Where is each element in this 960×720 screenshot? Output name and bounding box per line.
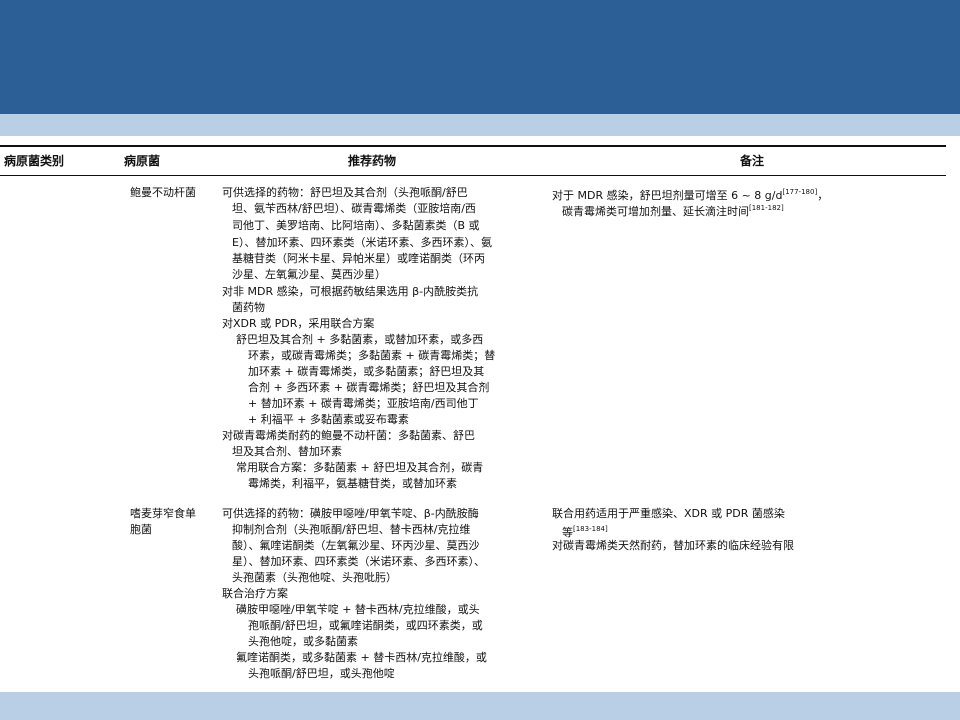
- drug-table: 病原菌类别 病原菌 推荐药物 备注 鲍曼不动杆菌 可供选择的药物：舒巴坦及其合剂…: [0, 136, 960, 692]
- drug-line: 沙星、左氧氟沙星、莫西沙星）: [232, 268, 386, 281]
- header-strip: [0, 114, 960, 136]
- drug-line: + 替加环素 + 碳青霉烯类；亚胺培南/西司他丁: [248, 397, 479, 410]
- drug-line: 磺胺甲噁唑/甲氧苄啶 + 替卡西林/克拉维酸，或头: [236, 603, 480, 616]
- drug-line: 可供选择的药物：磺胺甲噁唑/甲氧苄啶、β-内酰胺酶: [222, 507, 479, 520]
- drug-line: 酸）、氟喹诺酮类（左氧氟沙星、环丙沙星、莫西沙: [232, 539, 480, 552]
- drug-line: 环素，或碳青霉烯类；多黏菌素 + 碳青霉烯类；替: [248, 349, 496, 362]
- drug-line: 基糖苷类（阿米卡星、异帕米星）或喹诺酮类（环丙: [232, 252, 485, 265]
- reference-177-180: [177-180]: [782, 188, 818, 196]
- drug-line: 头孢菌素（头孢他啶、头孢吡肟）: [232, 571, 397, 584]
- drug-line: 头孢他啶，或多黏菌素: [248, 635, 358, 648]
- drug-line: 孢哌酮/舒巴坦，或氟喹诺酮类，或四环素类，或: [248, 619, 483, 632]
- reference-181-182: [181-182]: [749, 204, 784, 212]
- header-notes: 备注: [740, 154, 765, 168]
- drug-line: 星）、替加环素、四环素类（米诺环素、多西环素）、: [232, 555, 485, 568]
- drug-line: 菌药物: [232, 301, 265, 314]
- table-top-rule: [0, 145, 946, 147]
- header-category: 病原菌类别: [4, 154, 65, 168]
- drug-line: 抑制剂合剂（头孢哌酮/舒巴坦、替卡西林/克拉维: [232, 523, 471, 536]
- drug-line: 联合治疗方案: [222, 587, 288, 600]
- note-acinetobacter-line2: 碳青霉烯类可增加剂量、延长滴注时间[181-182]: [562, 204, 784, 218]
- drug-line: + 利福平 + 多黏菌素或妥布霉素: [248, 413, 409, 426]
- drug-line: 对碳青霉烯类耐药的鲍曼不动杆菌：多黏菌素、舒巴: [222, 429, 475, 442]
- drug-line: 坦、氨苄西林/舒巴坦）、碳青霉烯类（亚胺培南/西: [232, 202, 476, 215]
- drug-line: 司他丁、美罗培南、比阿培南）、多黏菌素类（B 或: [232, 219, 480, 232]
- pathogen-stenotrophomonas-line2: 胞菌: [130, 523, 152, 536]
- pathogen-acinetobacter: 鲍曼不动杆菌: [130, 186, 196, 199]
- note-stenotrophomonas-line3: 对碳青霉烯类天然耐药，替加环素的临床经验有限: [552, 539, 794, 552]
- drug-line: 常用联合方案：多黏菌素 + 舒巴坦及其合剂，碳青: [236, 461, 484, 474]
- pathogen-stenotrophomonas-line1: 嗜麦芽窄食单: [130, 507, 196, 520]
- header-drugs: 推荐药物: [348, 154, 397, 168]
- drug-line: 对XDR 或 PDR，采用联合方案: [222, 317, 375, 330]
- drug-line: 坦及其合剂、替加环素: [232, 445, 342, 458]
- reference-183-184: [183-184]: [573, 525, 608, 533]
- footer-band: [0, 692, 960, 720]
- drug-line: 可供选择的药物：舒巴坦及其合剂（头孢哌酮/舒巴: [222, 186, 468, 199]
- drug-line: 合剂 + 多西环素 + 碳青霉烯类；舒巴坦及其合剂: [248, 381, 490, 394]
- drug-line: 舒巴坦及其合剂 + 多黏菌素，或替加环素，或多西: [236, 333, 484, 346]
- drug-line: 头孢哌酮/舒巴坦，或头孢他啶: [248, 667, 395, 680]
- header-band: [0, 0, 960, 114]
- note-stenotrophomonas-line1: 联合用药适用于严重感染、XDR 或 PDR 菌感染: [552, 507, 785, 520]
- drug-line: 霉烯类，利福平，氨基糖苷类，或替加环素: [248, 477, 457, 490]
- drug-line: E）、替加环素、四环素类（米诺环素、多西环素）、氨: [232, 236, 492, 249]
- table-header-rule: [0, 175, 946, 176]
- drug-line: 对非 MDR 感染，可根据药敏结果选用 β-内酰胺类抗: [222, 285, 479, 298]
- drug-line: 加环素 + 碳青霉烯类，或多黏菌素；舒巴坦及其: [248, 365, 485, 378]
- header-pathogen: 病原菌: [124, 154, 161, 168]
- drug-line: 氟喹诺酮类，或多黏菌素 + 替卡西林/克拉维酸，或: [236, 651, 487, 664]
